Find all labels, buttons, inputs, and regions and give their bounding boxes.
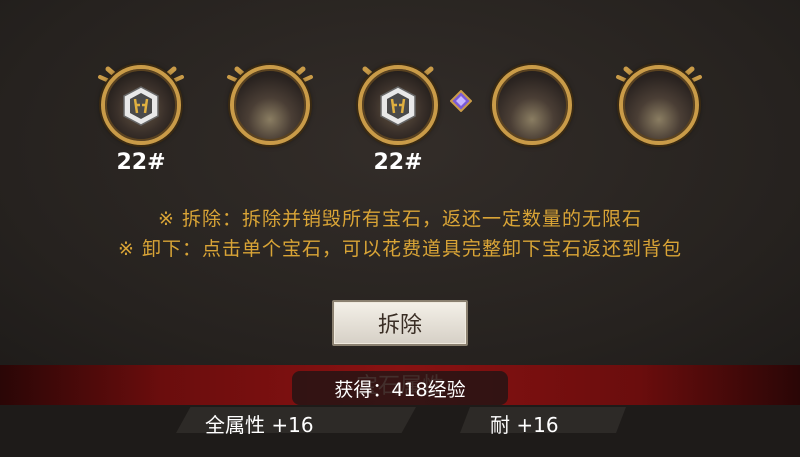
gem-slot-4[interactable] — [487, 55, 577, 145]
unequip-note: ※ 卸下：点击单个宝石，可以花费道具完整卸下宝石返还到背包 — [118, 238, 682, 260]
purple-link-gem-icon — [450, 90, 472, 112]
slot-ring — [619, 65, 699, 145]
gem-slot-3[interactable] — [353, 55, 443, 145]
exp-toast: 获得：418经验 — [292, 371, 508, 405]
gem-slot-1[interactable] — [96, 55, 186, 145]
gem-level-label-3: 22# — [373, 150, 423, 175]
gem-slot-5[interactable] — [614, 55, 704, 145]
slot-ring — [230, 65, 310, 145]
slot-ring — [492, 65, 572, 145]
gem-icon — [123, 86, 159, 126]
remove-note: ※ 拆除：拆除并销毁所有宝石，返还一定数量的无限石 — [158, 208, 642, 230]
gem-slot-2[interactable] — [225, 55, 315, 145]
gem-level-label-1: 22# — [116, 150, 166, 175]
gem-icon — [380, 86, 416, 126]
stat-all-attributes: 全属性 +16 — [205, 413, 314, 437]
stat-endurance: 耐 +16 — [490, 413, 559, 437]
remove-button[interactable]: 拆除 — [332, 300, 468, 346]
